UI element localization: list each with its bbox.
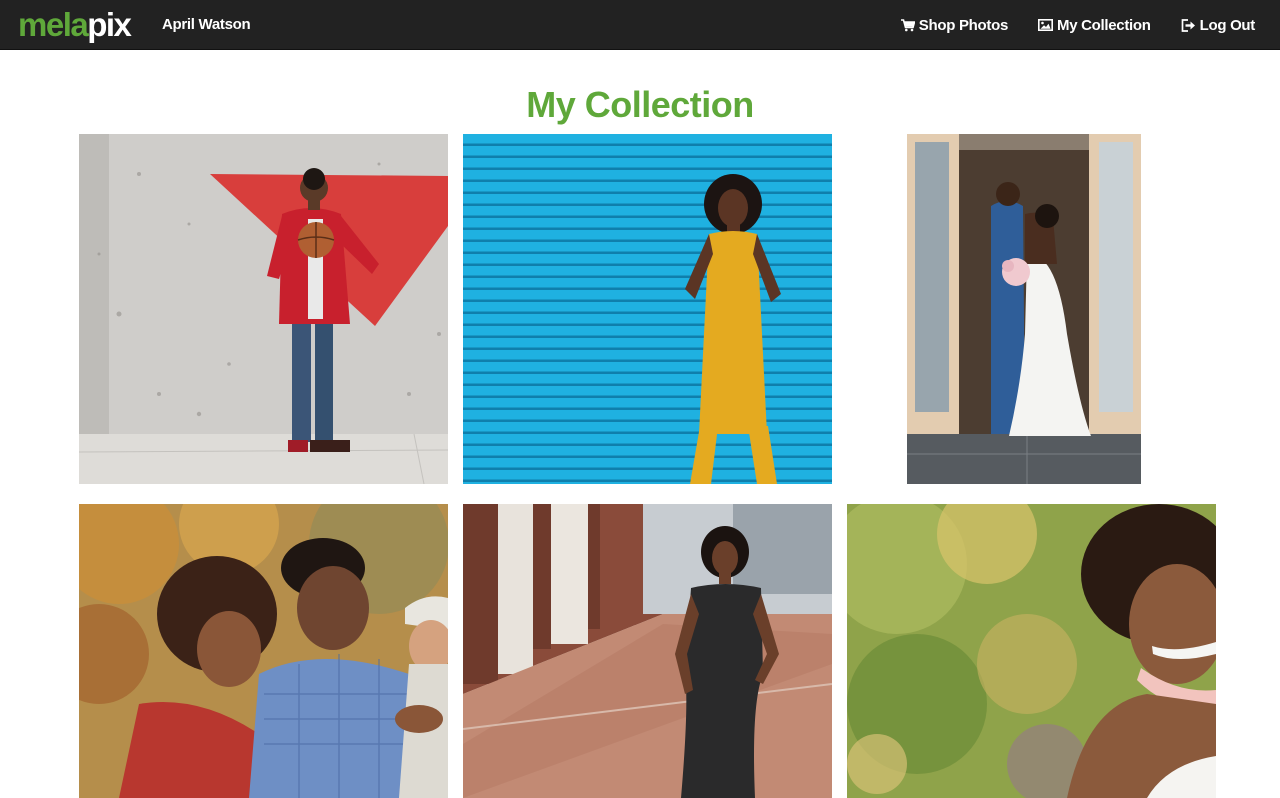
collection-photo-family-autumn[interactable]	[79, 504, 448, 798]
my-collection-label: My Collection	[1057, 16, 1151, 34]
shop-photos-label: Shop Photos	[918, 16, 1009, 34]
collection-photo-basketball-portrait[interactable]	[79, 134, 448, 484]
page-title: My Collection	[526, 84, 754, 125]
shop-photos-link[interactable]: Shop Photos	[900, 16, 1009, 34]
log-out-label: Log Out	[1199, 16, 1256, 34]
cart-icon	[900, 18, 915, 31]
my-collection-link[interactable]: My Collection	[1038, 17, 1151, 34]
log-out-link[interactable]: Log Out	[1181, 17, 1255, 34]
collection-photo-black-dress[interactable]	[463, 504, 832, 798]
nav-links: Shop Photos My Collection Log Out	[871, 0, 1255, 50]
collection-photo-smiling-woman[interactable]	[847, 504, 1216, 798]
brand-logo[interactable]: melapix	[18, 6, 132, 44]
collection-photo-yellow-jumpsuit[interactable]	[463, 134, 832, 484]
logout-icon	[1181, 18, 1195, 32]
user-name[interactable]: April Watson	[162, 0, 251, 50]
collection-photo-wedding-couple[interactable]	[907, 134, 1141, 484]
brand-logo-part2: pix	[87, 6, 132, 43]
brand-logo-part1: mela	[18, 6, 89, 43]
top-navbar: melapix April Watson Shop Photos My Coll…	[0, 0, 1280, 50]
picture-icon	[1038, 19, 1053, 31]
